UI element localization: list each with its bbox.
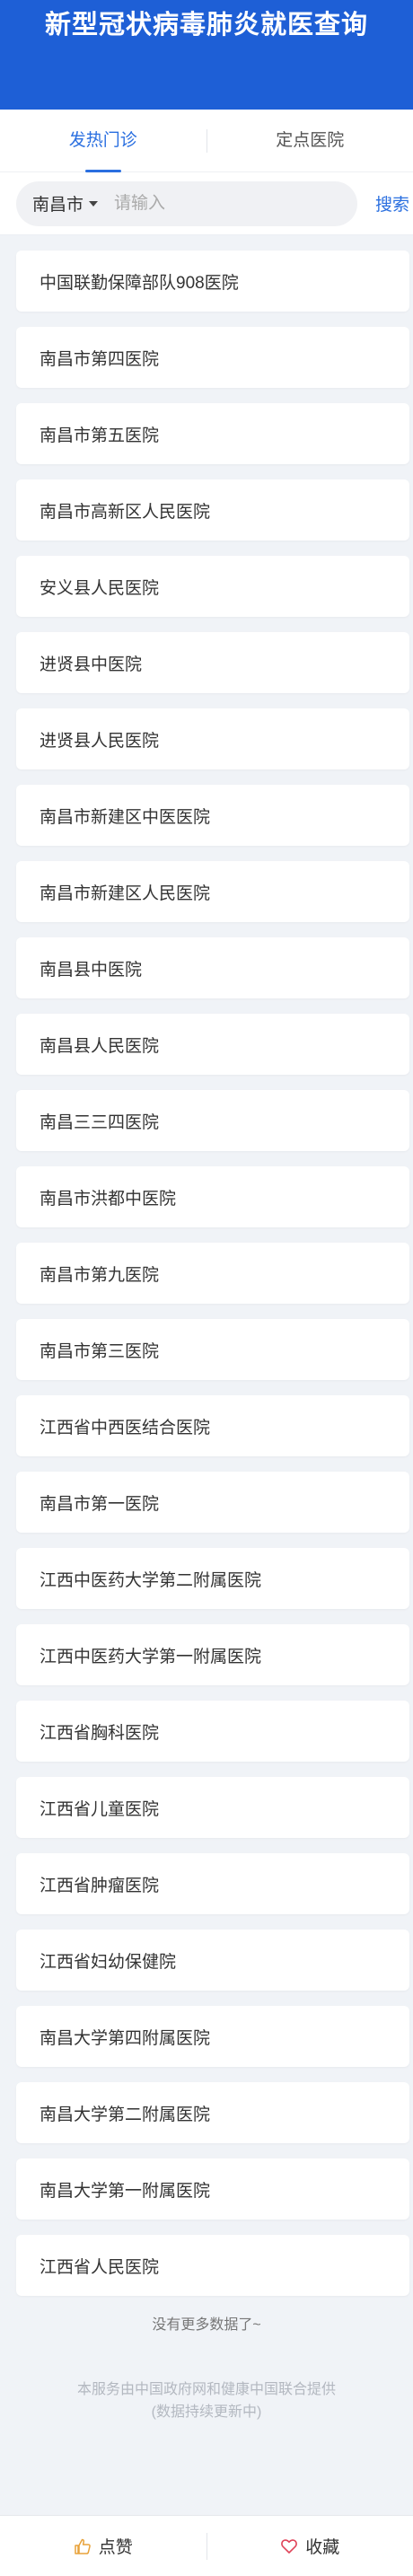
search-box: 南昌市 (16, 180, 357, 226)
like-label: 点赞 (98, 2538, 133, 2557)
search-button[interactable]: 搜索 (375, 191, 409, 215)
footer-note: 本服务由中国政府网和健康中国联合提供 (数据持续更新中) (0, 2378, 413, 2423)
hospital-list-item[interactable]: 南昌市新建区中医医院 (16, 785, 409, 846)
hospital-list-item[interactable]: 进贤县人民医院 (16, 708, 409, 769)
page-title: 新型冠状病毒肺炎就医查询 (44, 11, 368, 40)
hospital-list-item[interactable]: 南昌市第一医院 (16, 1472, 409, 1533)
hospital-list-item[interactable]: 南昌市第三医院 (16, 1319, 409, 1380)
hospital-list-item[interactable]: 江西省人民医院 (16, 2235, 409, 2296)
hospital-list-item[interactable]: 进贤县中医院 (16, 632, 409, 693)
city-label: 南昌市 (32, 196, 84, 215)
hospital-list-item[interactable]: 江西省儿童医院 (16, 1777, 409, 1838)
heart-icon (281, 2538, 298, 2554)
hospital-list: 中国联勤保障部队908医院 南昌市第四医院 南昌市第五医院 南昌市高新区人民医院 安义县… (0, 235, 413, 2296)
hospital-list-item[interactable]: 南昌大学第一附属医院 (16, 2158, 409, 2220)
hospital-list-item[interactable]: 南昌县人民医院 (16, 1014, 409, 1075)
hospital-list-item[interactable]: 南昌市新建区人民医院 (16, 861, 409, 922)
search-row: 南昌市 搜索 (0, 172, 413, 235)
hospital-list-item[interactable]: 南昌市洪都中医院 (16, 1166, 409, 1227)
hospital-list-item[interactable]: 安义县人民医院 (16, 556, 409, 617)
hospital-list-item[interactable]: 江西省妇幼保健院 (16, 1930, 409, 1991)
favorite-button[interactable]: 收藏 (207, 2534, 413, 2558)
caret-down-icon (89, 200, 99, 207)
top-panel: 发热门诊 定点医院 南昌市 搜索 (0, 110, 413, 235)
hospital-list-item[interactable]: 江西中医药大学第二附属医院 (16, 1548, 409, 1609)
header-banner: 新型冠状病毒肺炎就医查询 (0, 0, 413, 110)
hospital-list-item[interactable]: 南昌大学第四附属医院 (16, 2006, 409, 2067)
hospital-list-item[interactable]: 江西省肿瘤医院 (16, 1853, 409, 1914)
hospital-list-item[interactable]: 江西中医药大学第一附属医院 (16, 1624, 409, 1685)
tab-fever-clinic[interactable]: 发热门诊 (0, 110, 206, 172)
hospital-list-item[interactable]: 南昌县中医院 (16, 937, 409, 998)
footer-line-2: (数据持续更新中) (151, 2405, 262, 2420)
search-input[interactable] (114, 193, 312, 214)
hospital-list-item[interactable]: 南昌市高新区人民医院 (16, 479, 409, 541)
hospital-list-item[interactable]: 南昌市第五医院 (16, 403, 409, 464)
list-end-text: 没有更多数据了~ (152, 2317, 261, 2333)
city-selector[interactable]: 南昌市 (32, 191, 99, 215)
hospital-list-item[interactable]: 南昌三三四医院 (16, 1090, 409, 1151)
hospital-list-item[interactable]: 南昌市第九医院 (16, 1243, 409, 1304)
hospital-list-item[interactable]: 江西省胸科医院 (16, 1701, 409, 1762)
tab-designated-hospital[interactable]: 定点医院 (207, 110, 413, 172)
like-button[interactable]: 点赞 (0, 2534, 206, 2558)
footer-line-1: 本服务由中国政府网和健康中国联合提供 (76, 2382, 336, 2397)
thumbs-up-icon (74, 2538, 91, 2554)
bottom-bar: 点赞 收藏 (0, 2515, 413, 2576)
favorite-label: 收藏 (305, 2538, 340, 2557)
tab-bar: 发热门诊 定点医院 (0, 110, 413, 172)
hospital-list-item[interactable]: 南昌市第四医院 (16, 327, 409, 388)
hospital-list-item[interactable]: 南昌大学第二附属医院 (16, 2082, 409, 2143)
hospital-list-item[interactable]: 中国联勤保障部队908医院 (16, 251, 409, 312)
hospital-list-item[interactable]: 江西省中西医结合医院 (16, 1395, 409, 1456)
